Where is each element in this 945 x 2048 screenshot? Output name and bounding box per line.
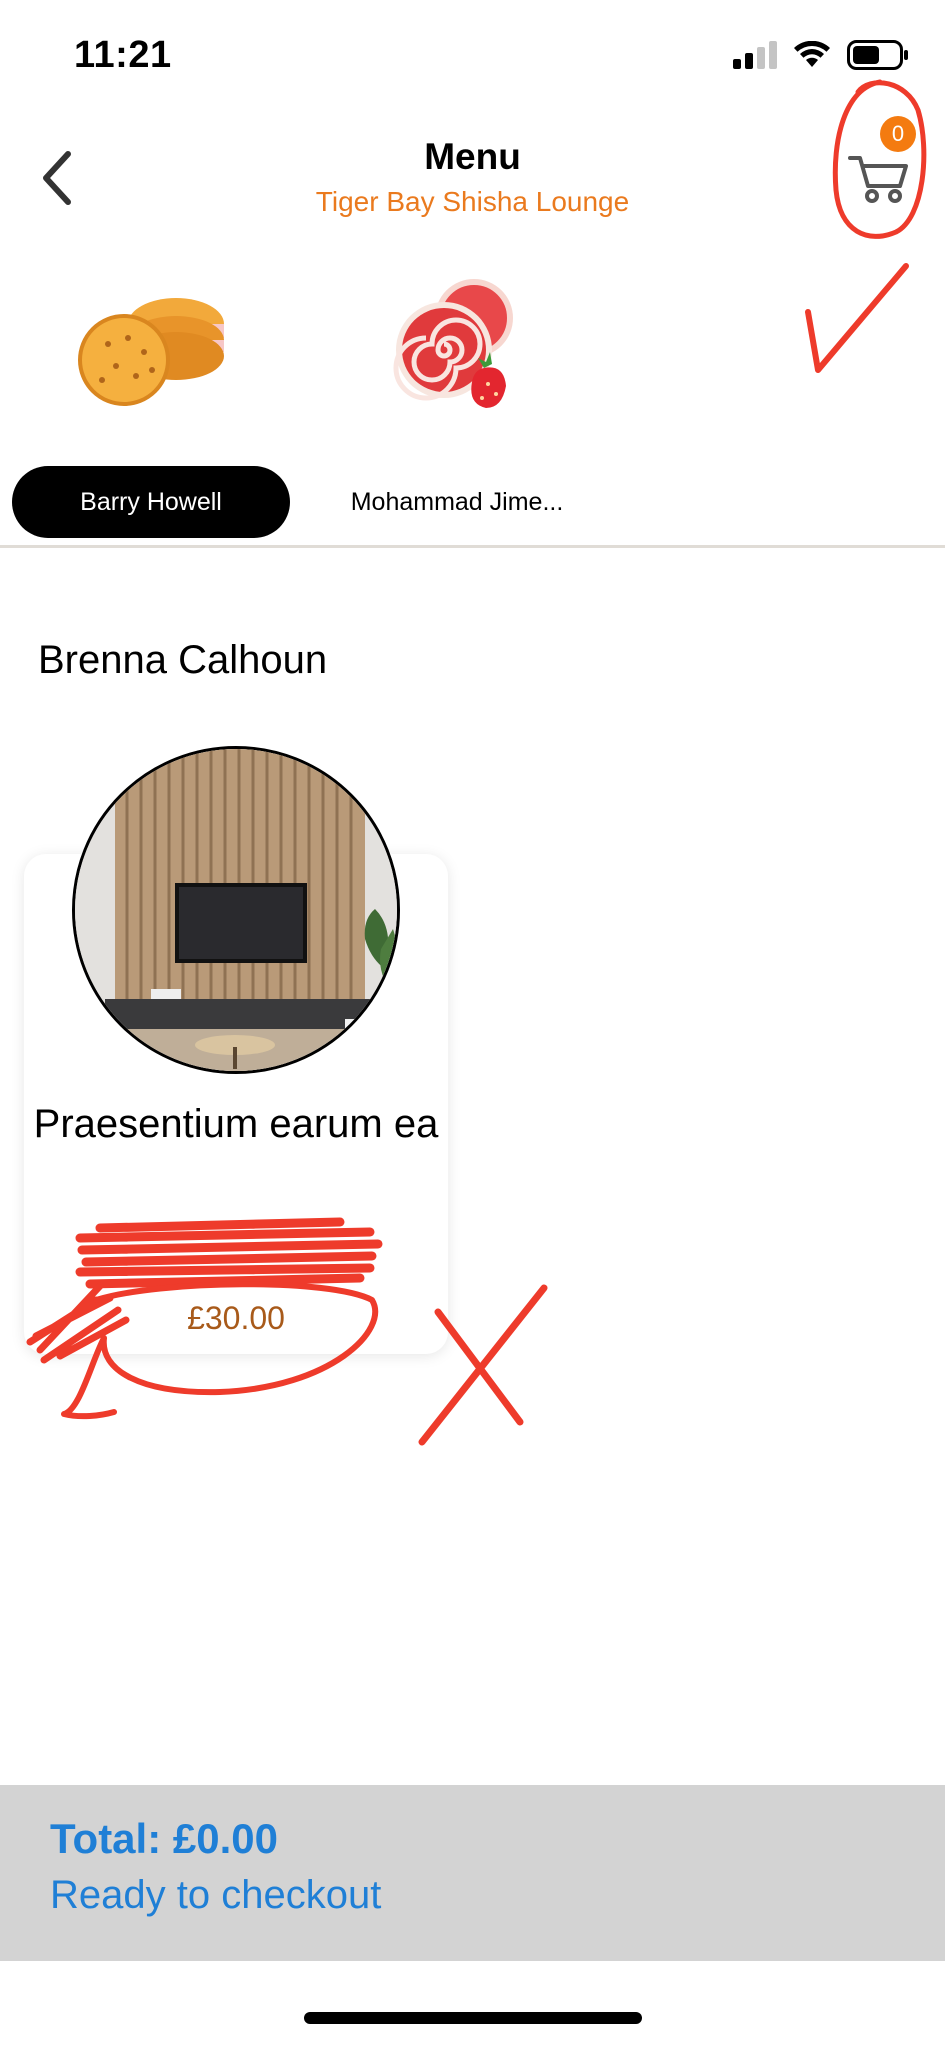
order-total: Total: £0.00 (50, 1815, 278, 1862)
home-indicator[interactable] (304, 2012, 642, 2024)
sandwich-cookies-image (78, 298, 224, 406)
category-cookies[interactable] (72, 278, 232, 408)
product-price: £30.00 (187, 1300, 285, 1336)
tabs-divider (0, 545, 945, 548)
vendor-tabs: Barry Howell Mohammad Jime... (12, 466, 622, 538)
tab-label: Barry Howell (80, 487, 222, 516)
status-icons (733, 40, 909, 70)
tab-mohammad-jime[interactable]: Mohammad Jime... (292, 466, 622, 538)
wifi-icon (794, 41, 830, 67)
checkout-footer[interactable]: Total: £0.00 Ready to checkout (0, 1785, 945, 1961)
product-name: Praesentium earum ea (33, 1102, 439, 1146)
shopping-cart-icon (848, 156, 908, 203)
cart-button[interactable] (848, 152, 912, 204)
page-title: Menu (424, 136, 521, 177)
checkout-status[interactable]: Ready to checkout (50, 1873, 381, 1918)
annotation-checkmark (805, 263, 909, 373)
living-room-tv-wall-photo (75, 749, 397, 1071)
battery-icon (847, 40, 908, 70)
status-time: 11:21 (74, 34, 172, 76)
cart-count-badge: 0 (880, 116, 916, 152)
cellular-signal-icon (733, 41, 777, 69)
venue-name: Tiger Bay Shisha Lounge (315, 186, 630, 217)
strawberry-swiss-rolls-image (393, 279, 513, 408)
product-image (72, 746, 400, 1074)
category-swiss-rolls[interactable] (388, 272, 518, 412)
section-title: Brenna Calhoun (38, 638, 328, 682)
tab-barry-howell[interactable]: Barry Howell (12, 466, 290, 538)
tab-label: Mohammad Jime... (350, 487, 564, 516)
